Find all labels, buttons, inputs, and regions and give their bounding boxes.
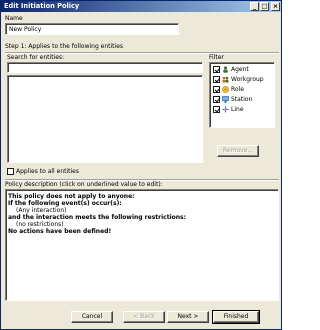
filter-workgroup-label: Workgroup <box>231 76 264 83</box>
filter-item-agent[interactable]: Agent <box>213 65 249 74</box>
filter-line-label: Line <box>231 106 244 113</box>
description-heading: Policy description (click on underlined … <box>5 181 163 188</box>
role-icon <box>222 86 229 93</box>
next-button[interactable]: Next > <box>167 311 209 323</box>
cancel-button[interactable]: Cancel <box>71 311 113 323</box>
name-label: Name <box>5 15 23 22</box>
filter-list: Agent Workgroup Role Station Line <box>209 62 275 128</box>
applies-all-check-box[interactable] <box>7 168 14 175</box>
minimize-button[interactable]: _ <box>250 2 259 11</box>
filter-label: Filter <box>209 54 224 61</box>
title-bar: Edit Initiation Policy _ □ × <box>1 1 281 12</box>
name-input[interactable]: New Policy <box>5 23 179 35</box>
workgroup-icon <box>222 76 229 83</box>
filter-item-workgroup[interactable]: Workgroup <box>213 75 264 84</box>
search-input[interactable] <box>7 62 203 73</box>
name-input-value: New Policy <box>9 26 42 33</box>
station-icon <box>222 96 229 103</box>
filter-line-checkbox[interactable] <box>213 106 220 113</box>
agent-icon <box>222 66 229 73</box>
desc-line-applies: This policy does not apply to anyone: <box>8 193 135 200</box>
desc-line-any-interaction[interactable]: (Any interaction) <box>16 207 67 214</box>
filter-item-role[interactable]: Role <box>213 85 244 94</box>
line-icon <box>222 106 229 113</box>
filter-role-label: Role <box>231 86 244 93</box>
filter-workgroup-checkbox[interactable] <box>213 76 220 83</box>
search-label: Search for entities: <box>7 54 65 61</box>
back-button[interactable]: < Back <box>123 311 165 323</box>
maximize-button[interactable]: □ <box>260 2 269 11</box>
applies-all-label: Applies to all entities <box>16 168 79 175</box>
filter-agent-label: Agent <box>231 66 249 73</box>
filter-role-checkbox[interactable] <box>213 86 220 93</box>
filter-item-line[interactable]: Line <box>213 105 244 114</box>
entities-list[interactable] <box>7 75 203 163</box>
close-button[interactable]: × <box>271 2 280 11</box>
desc-line-restrictions: and the interaction meets the following … <box>8 214 187 221</box>
finished-button[interactable]: Finished <box>212 310 260 324</box>
edit-initiation-policy-dialog: Edit Initiation Policy _ □ × Name New Po… <box>0 0 282 330</box>
policy-description-box: This policy does not apply to anyone: If… <box>5 189 279 301</box>
desc-line-event: If the following event(s) occur(s): <box>8 200 122 207</box>
step1-heading: Step 1: Applies to the following entitie… <box>5 43 124 50</box>
filter-agent-checkbox[interactable] <box>213 66 220 73</box>
remove-button[interactable]: Remove... <box>217 145 259 157</box>
description-divider <box>5 179 279 181</box>
window-title: Edit Initiation Policy <box>4 2 80 10</box>
desc-line-no-restrictions[interactable]: (no restrictions) <box>16 221 64 228</box>
filter-station-label: Station <box>231 96 253 103</box>
filter-station-checkbox[interactable] <box>213 96 220 103</box>
desc-line-no-actions: No actions have been defined! <box>8 228 112 235</box>
applies-all-checkbox[interactable]: Applies to all entities <box>7 167 79 176</box>
filter-item-station[interactable]: Station <box>213 95 252 104</box>
